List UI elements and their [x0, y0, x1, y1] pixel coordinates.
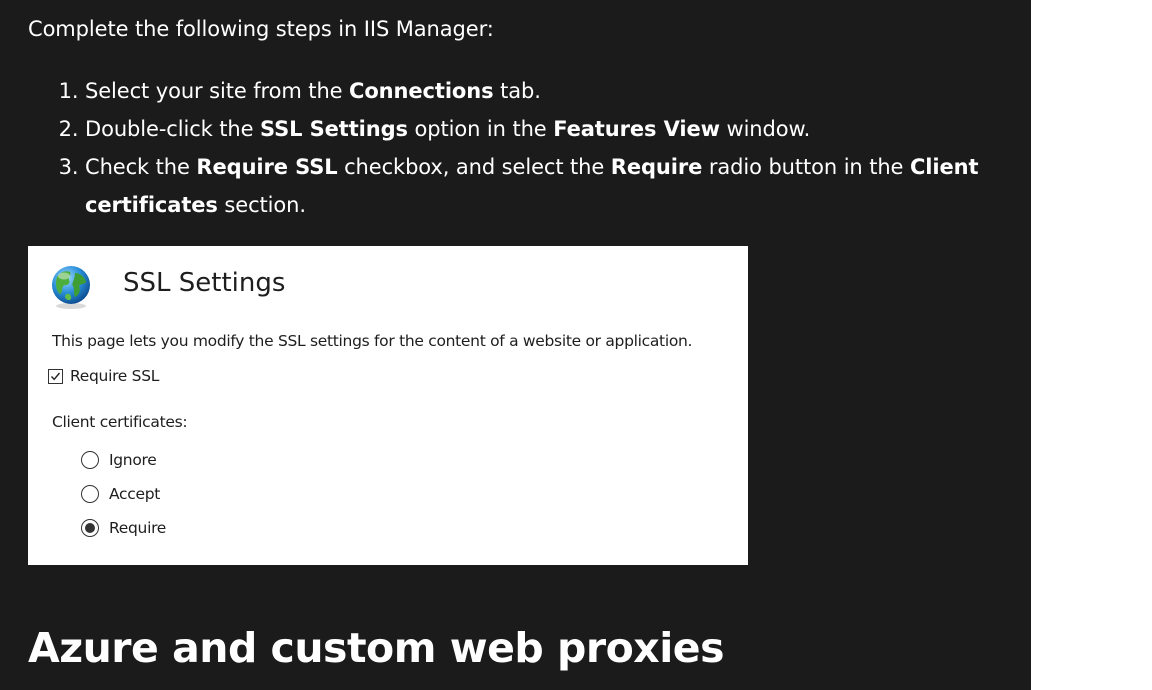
step-text: Double-click the	[85, 117, 261, 141]
require-ssl-label: Require SSL	[70, 367, 160, 385]
step-text: radio button in the	[702, 155, 910, 179]
step-text: option in the	[407, 117, 554, 141]
step-bold-text: SSL Settings	[260, 117, 408, 141]
step-text: tab.	[493, 79, 541, 103]
checkmark-icon	[50, 372, 61, 380]
require-ssl-checkbox[interactable]	[48, 368, 63, 384]
step-text: Check the	[85, 155, 197, 179]
radio-label: Require	[109, 519, 167, 537]
radio-label: Ignore	[109, 451, 157, 469]
radio-button-require[interactable]	[81, 519, 99, 537]
step-item: Select your site from the Connections ta…	[85, 72, 985, 110]
radio-button-ignore[interactable]	[81, 451, 99, 469]
step-item: Check the Require SSL checkbox, and sele…	[85, 148, 985, 224]
radio-button-accept[interactable]	[81, 485, 99, 503]
step-text: Select your site from the	[85, 79, 350, 103]
radio-option-require[interactable]: Require	[81, 517, 166, 539]
ssl-settings-description: This page lets you modify the SSL settin…	[52, 332, 693, 350]
step-bold-text: Features View	[553, 117, 720, 141]
article-content: Complete the following steps in IIS Mana…	[0, 0, 1031, 690]
ssl-settings-screenshot: SSL Settings This page lets you modify t…	[28, 246, 748, 565]
step-text: section.	[217, 193, 306, 217]
step-bold-text: Require SSL	[196, 155, 338, 179]
globe-icon	[48, 264, 94, 310]
step-bold-text: Connections	[349, 79, 494, 103]
client-certificates-label: Client certificates:	[52, 413, 188, 431]
step-item: Double-click the SSL Settings option in …	[85, 110, 985, 148]
radio-option-accept[interactable]: Accept	[81, 483, 160, 505]
step-bold-text: Require	[610, 155, 703, 179]
steps-list: Select your site from the Connections ta…	[85, 72, 985, 224]
step-text: checkbox, and select the	[337, 155, 611, 179]
require-ssl-row[interactable]: Require SSL	[48, 365, 159, 387]
ssl-settings-title: SSL Settings	[123, 268, 286, 298]
section-heading: Azure and custom web proxies	[28, 624, 724, 672]
radio-label: Accept	[109, 485, 161, 503]
step-text: window.	[719, 117, 811, 141]
radio-option-ignore[interactable]: Ignore	[81, 449, 157, 471]
intro-paragraph: Complete the following steps in IIS Mana…	[28, 17, 494, 41]
